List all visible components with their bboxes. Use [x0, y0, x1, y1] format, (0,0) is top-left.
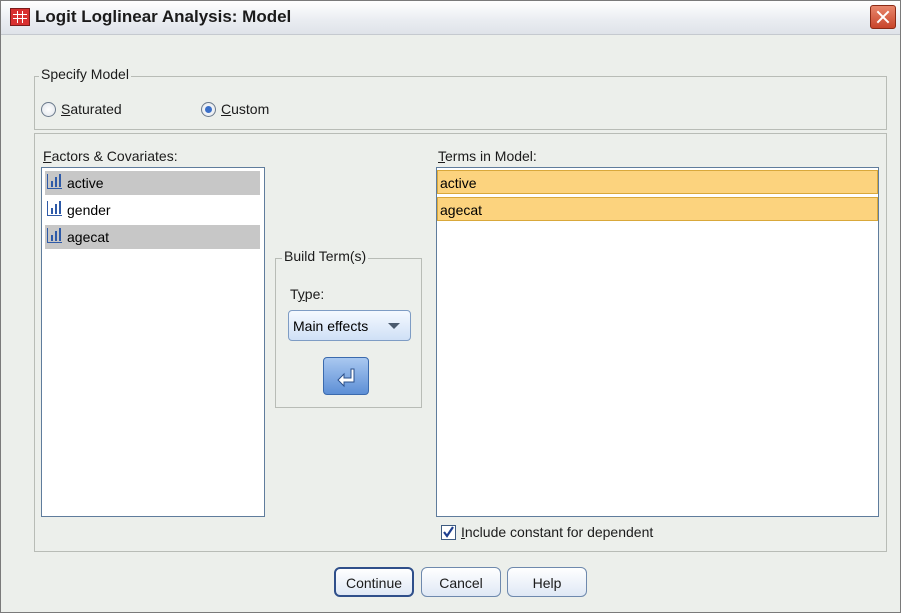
cancel-button[interactable]: Cancel	[421, 567, 501, 597]
saturated-radio[interactable]	[41, 102, 56, 117]
terms-label: Terms in Model:	[438, 148, 537, 164]
chevron-down-icon	[388, 323, 400, 329]
list-item-agecat[interactable]: agecat	[45, 225, 260, 249]
nominal-variable-icon	[47, 201, 63, 218]
custom-label[interactable]: Custom	[221, 101, 269, 117]
app-table-icon	[10, 8, 30, 26]
include-constant-checkbox[interactable]	[441, 525, 456, 540]
continue-button[interactable]: Continue	[334, 567, 414, 597]
list-item-label: gender	[67, 202, 111, 218]
window-title: Logit Loglinear Analysis: Model	[35, 7, 292, 26]
term-item-label: agecat	[440, 202, 483, 218]
term-item-label: active	[440, 175, 477, 191]
nominal-variable-icon	[47, 228, 63, 245]
list-item-label: active	[67, 175, 104, 191]
custom-radio[interactable]	[201, 102, 216, 117]
term-type-value: Main effects	[293, 318, 369, 334]
saturated-label[interactable]: Saturated	[61, 101, 122, 117]
terms-listbox[interactable]: active agecat	[436, 167, 879, 517]
list-item-gender[interactable]: gender	[45, 198, 260, 222]
build-term-legend: Build Term(s)	[282, 248, 369, 264]
list-item-active[interactable]: active	[45, 171, 260, 195]
type-label: Type:	[290, 286, 325, 302]
term-type-dropdown[interactable]: Main effects	[288, 310, 411, 341]
specify-model-group	[34, 76, 887, 130]
include-constant-label[interactable]: Include constant for dependent	[461, 524, 653, 540]
move-term-button[interactable]	[323, 357, 369, 395]
move-left-arrow-icon	[337, 368, 355, 388]
checkmark-icon	[443, 526, 454, 538]
list-item-label: agecat	[67, 229, 110, 245]
term-item-agecat[interactable]: agecat	[437, 197, 878, 221]
close-icon[interactable]	[870, 5, 896, 29]
term-item-active[interactable]: active	[437, 170, 878, 194]
factors-label: Factors & Covariates:	[43, 148, 178, 164]
specify-model-legend: Specify Model	[39, 66, 131, 82]
nominal-variable-icon	[47, 174, 63, 191]
title-bar[interactable]: Logit Loglinear Analysis: Model	[1, 1, 900, 35]
factors-listbox[interactable]: active gender agecat	[41, 167, 265, 517]
help-button[interactable]: Help	[507, 567, 587, 597]
dialog-window: Logit Loglinear Analysis: Model Specify …	[0, 0, 901, 613]
